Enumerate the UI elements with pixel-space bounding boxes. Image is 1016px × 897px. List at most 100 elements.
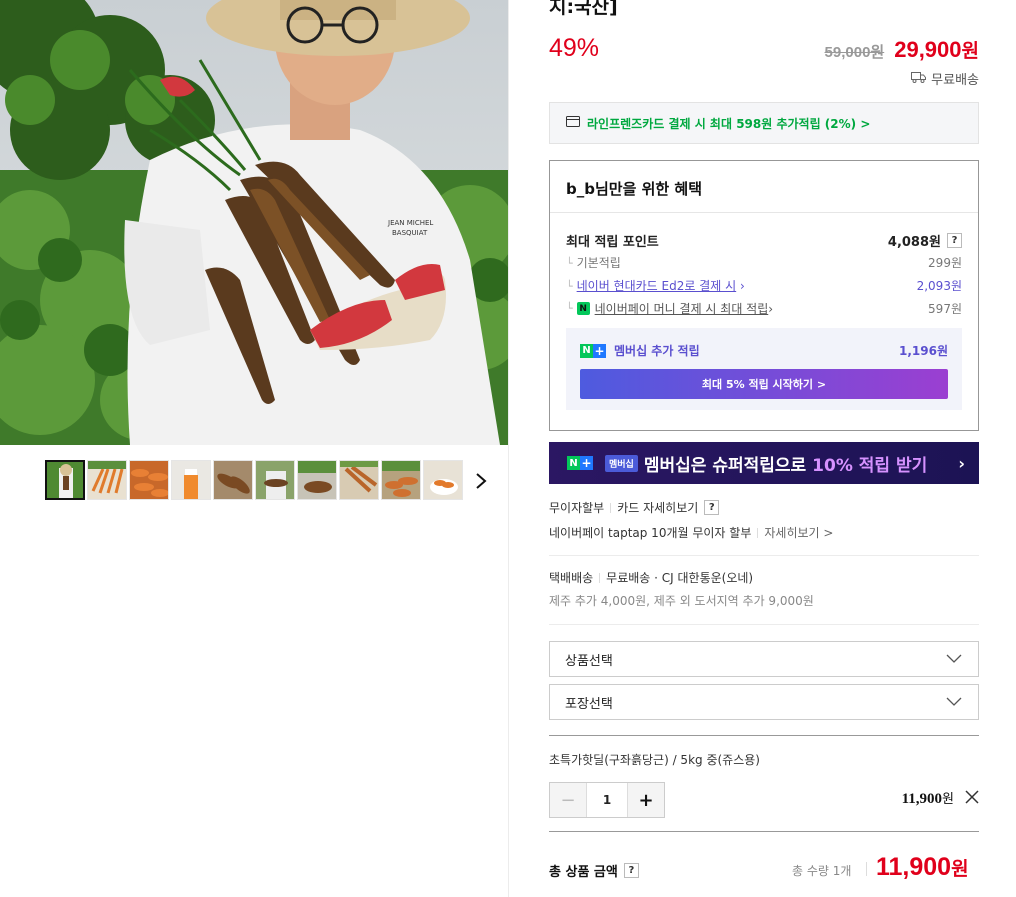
divider: [549, 555, 979, 556]
free-shipping-badge: 무료배송: [911, 69, 979, 88]
discount-rate: 49%: [549, 34, 600, 62]
thumbnail[interactable]: [45, 460, 85, 500]
shipping-label: 택배배송: [549, 571, 594, 585]
membership-start-button[interactable]: 최대 5% 적립 시작하기 >: [580, 369, 948, 399]
total-quantity: 총 수량 1개: [792, 864, 852, 878]
thumbnail[interactable]: [171, 460, 211, 500]
thumbnail[interactable]: [129, 460, 169, 500]
price-row: 59,000원 29,900 원: [825, 36, 979, 63]
option-price-value: 11,900: [901, 791, 943, 807]
sale-price-unit: 원: [961, 40, 979, 62]
product-title: 지:국산]: [549, 0, 618, 18]
shipping-extra: 제주 추가 4,000원, 제주 외 도서지역 추가 9,000원: [549, 594, 814, 608]
product-select-label: 상품선택: [565, 653, 613, 669]
card-promo[interactable]: 라인프렌즈카드 결제 시 최대 598원 추가적립 (2%) >: [549, 102, 979, 144]
naver-plus-icon: N +: [567, 456, 593, 470]
credit-card-icon: [566, 116, 587, 130]
installment-info: 네이버페이 taptap 10개월 무이자 할부: [549, 526, 752, 540]
npay-icon: N: [576, 302, 590, 315]
membership-banner[interactable]: N + 멤버십 멤버십은 슈퍼적립으로 10% 적립 받기 ›: [549, 442, 979, 484]
help-icon[interactable]: ?: [947, 233, 962, 248]
point-row-npay[interactable]: └ N 네이버페이 머니 결제 시 최대 적립 › 597원: [566, 300, 962, 317]
total-label: 총 상품 금액: [549, 865, 618, 880]
total-label-row: 총 상품 금액 ?: [549, 861, 639, 880]
quantity-stepper: − 1 +: [549, 782, 665, 818]
membership-badge: 멤버십: [605, 454, 638, 472]
package-select-label: 포장선택: [565, 696, 613, 712]
help-icon[interactable]: ?: [704, 500, 720, 515]
truck-icon: [911, 71, 931, 87]
point-row-basic: └ 기본적립 299원: [566, 254, 962, 271]
banner-highlight: 10% 적립 받기: [812, 455, 928, 476]
selected-option-name: 초특가핫딜(구좌흙당근) / 5kg 중(쥬스용): [549, 753, 760, 767]
sale-price: 29,900: [894, 37, 962, 62]
point-row-label: 기본적립: [576, 256, 621, 270]
help-icon[interactable]: ?: [623, 863, 639, 878]
thumbnail[interactable]: [87, 460, 127, 500]
thumbnail[interactable]: [297, 460, 337, 500]
membership-label: 멤버십 추가 적립: [614, 344, 700, 358]
membership-label-row: N + 멤버십 추가 적립: [580, 342, 700, 359]
point-row-label[interactable]: 네이버페이 머니 결제 시 최대 적립: [595, 300, 769, 317]
divider: [610, 502, 612, 513]
total-price: 11,900원: [876, 853, 969, 882]
shipping-row: 택배배송 무료배송 · CJ 대한통운(오네): [549, 569, 753, 586]
chevron-down-icon: [946, 653, 962, 668]
benefit-title: b_b님만을 위한 혜택: [566, 180, 703, 198]
installment-label: 무이자할부: [549, 501, 605, 515]
product-gallery: JEAN MICHEL BASQUIAT: [0, 0, 508, 897]
tree-branch-icon: └: [566, 280, 573, 293]
thumbnail[interactable]: [255, 460, 295, 500]
thumbnail[interactable]: [213, 460, 253, 500]
thumbnail[interactable]: [381, 460, 421, 500]
max-point-value: 4,088원: [887, 235, 941, 250]
svg-text:JEAN MICHEL: JEAN MICHEL: [387, 219, 433, 227]
svg-text:BASQUIAT: BASQUIAT: [392, 229, 428, 237]
card-promo-text: 라인프렌즈카드 결제 시 최대 598원 추가적립 (2%) >: [587, 116, 871, 131]
banner-text: 멤버십은 슈퍼적립으로: [643, 455, 807, 476]
column-divider: [508, 0, 509, 897]
tree-branch-icon: └: [566, 302, 573, 315]
naver-plus-icon: N +: [580, 343, 606, 358]
divider: [549, 735, 979, 736]
thumbnail[interactable]: [423, 460, 463, 500]
point-row-label[interactable]: 네이버 현대카드 Ed2로 결제 시: [577, 279, 737, 293]
divider: [550, 212, 978, 213]
total-price-value: 11,900: [876, 853, 952, 881]
total-price-unit: 원: [951, 859, 969, 880]
option-price-unit: 원: [942, 792, 954, 807]
installment-more-link[interactable]: 자세히보기 >: [764, 524, 833, 541]
point-row-value: 299원: [928, 256, 962, 270]
quantity-value[interactable]: 1: [586, 783, 628, 817]
divider: [599, 572, 601, 583]
free-shipping-label: 무료배송: [931, 73, 979, 88]
quantity-plus-button[interactable]: +: [628, 783, 664, 817]
installment-row-2: 네이버페이 taptap 10개월 무이자 할부 자세히보기 >: [549, 524, 833, 541]
point-row-card[interactable]: └ 네이버 현대카드 Ed2로 결제 시 › 2,093원: [566, 277, 962, 294]
max-point-label: 최대 적립 포인트: [566, 235, 659, 250]
chevron-right-icon: ›: [958, 454, 965, 473]
thumbnail[interactable]: [339, 460, 379, 500]
divider: [866, 862, 867, 876]
close-icon[interactable]: [964, 789, 980, 805]
benefit-panel: b_b님만을 위한 혜택 최대 적립 포인트 4,088원 ? └ 기본적립 29…: [549, 160, 979, 431]
original-price: 59,000원: [824, 44, 885, 61]
max-point-row: 최대 적립 포인트 4,088원 ?: [566, 231, 962, 250]
quantity-minus-button[interactable]: −: [550, 783, 586, 817]
thumbnail-strip: [45, 460, 465, 501]
point-row-value: 2,093원: [916, 279, 962, 293]
divider: [549, 624, 979, 625]
installment-row: 무이자할부 카드 자세히보기 ?: [549, 499, 720, 516]
divider: [549, 831, 979, 832]
tree-branch-icon: └: [566, 257, 573, 270]
card-detail-link[interactable]: 카드 자세히보기: [617, 499, 698, 516]
point-row-value: 597원: [928, 302, 962, 316]
product-select[interactable]: 상품선택: [549, 641, 979, 677]
shipping-info: 무료배송 · CJ 대한통운(오네): [606, 571, 754, 585]
product-main-image: JEAN MICHEL BASQUIAT: [0, 0, 508, 445]
chevron-down-icon: [946, 696, 962, 711]
divider: [757, 527, 759, 538]
membership-box: N + 멤버십 추가 적립 1,196원 최대 5% 적립 시작하기 >: [566, 328, 962, 410]
thumbnail-next-icon[interactable]: [472, 470, 490, 492]
package-select[interactable]: 포장선택: [549, 684, 979, 720]
